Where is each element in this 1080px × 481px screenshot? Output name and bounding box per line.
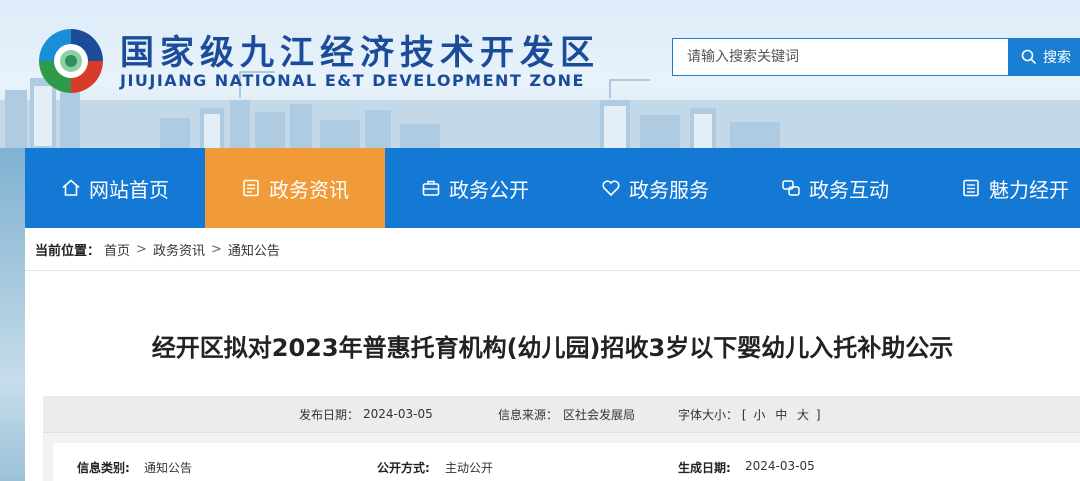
created-date-value: 2024-03-05: [745, 459, 815, 473]
breadcrumb-separator: >: [136, 242, 147, 257]
home-icon: [62, 179, 80, 196]
document-icon: [243, 179, 259, 197]
article-meta-bar: 发布日期： 2024-03-05 信息来源： 区社会发展局 字体大小： [ 小 …: [43, 396, 1080, 432]
nav-item-home[interactable]: 网站首页: [25, 148, 205, 228]
font-size-small-button[interactable]: 小: [750, 408, 768, 422]
site-title: 国家级九江经济技术开发区: [120, 33, 600, 73]
divider: [25, 270, 1080, 271]
nav-item-charm[interactable]: 魅力经开: [925, 148, 1080, 228]
font-size-label: 字体大小：: [678, 407, 739, 422]
nav-item-label: 魅力经开: [989, 177, 1069, 202]
side-decoration: [0, 148, 25, 481]
source-label: 信息来源：: [498, 407, 559, 422]
nav-item-services[interactable]: 政务服务: [565, 148, 745, 228]
disclosure-label: 公开方式:: [377, 461, 430, 475]
article-info-box: 信息类别: 通知公告 公开方式: 主动公开 生成日期: 2024-03-05: [43, 432, 1080, 481]
publish-date: 2024-03-05: [363, 407, 433, 421]
article-info-row: 信息类别: 通知公告 公开方式: 主动公开 生成日期: 2024-03-05: [53, 443, 1080, 481]
nav-item-disclosure[interactable]: 政务公开: [385, 148, 565, 228]
nav-item-news[interactable]: 政务资讯: [205, 148, 385, 228]
font-size-bracket-open: [: [741, 407, 747, 422]
content-panel: 当前位置： 首页 > 政务资讯 > 通知公告 经开区拟对2023年普惠托育机构(…: [25, 228, 1080, 481]
source-value: 区社会发展局: [563, 407, 636, 422]
briefcase-icon: [422, 180, 440, 196]
nav-item-label: 政务互动: [809, 177, 889, 202]
main-nav: 网站首页 政务资讯 政务公开 政务服务 政务互动 魅力经开: [25, 148, 1080, 228]
created-date-label: 生成日期:: [678, 461, 731, 475]
nav-item-label: 政务资讯: [269, 177, 349, 202]
list-icon: [963, 179, 979, 197]
nav-item-label: 政务服务: [629, 177, 709, 202]
breadcrumb-link-notices[interactable]: 通知公告: [228, 240, 280, 259]
search-input[interactable]: [672, 38, 1009, 76]
heart-icon: [602, 180, 620, 197]
nav-item-label: 政务公开: [449, 177, 529, 202]
circular-swirl-logo-icon: [39, 29, 103, 93]
disclosure-value: 主动公开: [445, 461, 494, 475]
search-button-label: 搜索: [1043, 50, 1071, 66]
breadcrumb-link-home[interactable]: 首页: [104, 240, 130, 259]
site-subtitle: JIUJIANG NATIONAL E&T DEVELOPMENT ZONE: [120, 71, 585, 90]
breadcrumb-separator: >: [210, 242, 222, 257]
font-size-medium-button[interactable]: 中: [772, 408, 790, 422]
breadcrumb-link-news[interactable]: 政务资讯: [153, 240, 205, 259]
article-title: 经开区拟对2023年普惠托育机构(幼儿园)招收3岁以下婴幼儿入托补助公示: [151, 334, 954, 362]
font-size-bracket-close: ]: [815, 407, 821, 422]
nav-item-label: 网站首页: [89, 177, 169, 202]
breadcrumb-label: 当前位置：: [35, 244, 101, 259]
search-button[interactable]: 搜索: [1009, 38, 1080, 76]
category-value: 通知公告: [144, 461, 193, 475]
chat-icon: [782, 180, 800, 196]
font-size-control: 字体大小： [ 小 中 大 ]: [678, 406, 821, 423]
nav-item-interaction[interactable]: 政务互动: [745, 148, 925, 228]
breadcrumb: 当前位置： 首页 > 政务资讯 > 通知公告: [35, 240, 280, 259]
font-size-large-button[interactable]: 大: [794, 408, 812, 422]
search-icon: [1021, 49, 1037, 65]
site-header: 国家级九江经济技术开发区 JIUJIANG NATIONAL E&T DEVEL…: [0, 0, 1080, 148]
publish-date-label: 发布日期：: [299, 407, 360, 422]
category-label: 信息类别:: [77, 461, 130, 475]
